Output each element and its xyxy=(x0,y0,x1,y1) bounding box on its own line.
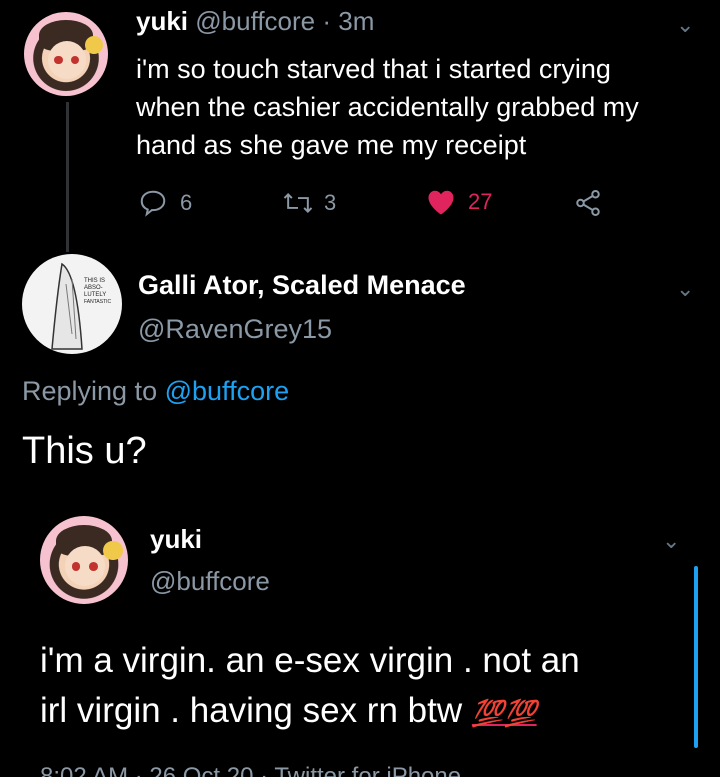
retweet-count: 3 xyxy=(324,190,337,215)
handle[interactable]: @buffcore xyxy=(195,6,315,36)
like-button[interactable]: 27 xyxy=(426,188,492,216)
tweet-text: i'm so touch starved that i started cryi… xyxy=(136,50,706,164)
sketch-text-line: THIS IS xyxy=(84,278,105,284)
tweet-header: yuki @buffcore · 3m xyxy=(136,6,374,37)
share-icon xyxy=(576,190,600,216)
quoted-text-line: irl virgin . having sex rn btw 💯💯 xyxy=(40,686,690,738)
sketch-text-line: LUTELY xyxy=(84,292,106,298)
chevron-down-icon[interactable]: ⌄ xyxy=(676,12,694,38)
reply-icon xyxy=(140,190,166,217)
tweet-text-line: when the cashier accidentally grabbed my xyxy=(136,92,639,122)
handle[interactable]: @RavenGrey15 xyxy=(138,314,332,345)
sketch-text-line: FANTASTIC xyxy=(84,299,112,305)
avatar[interactable] xyxy=(40,516,128,604)
reply-count: 6 xyxy=(180,190,193,215)
handle[interactable]: @buffcore xyxy=(150,566,270,597)
tweet-text: This u? xyxy=(22,430,147,472)
replying-to: Replying to @buffcore xyxy=(22,376,289,407)
reply-button[interactable]: 6 xyxy=(138,188,192,218)
avatar[interactable]: THIS IS ABSO- LUTELY FANTASTIC xyxy=(22,254,122,354)
retweet-button[interactable]: 3 xyxy=(282,188,336,218)
replying-handle-link[interactable]: @buffcore xyxy=(165,376,289,406)
sketch-text-line: ABSO- xyxy=(84,285,103,291)
chevron-down-icon[interactable]: ⌄ xyxy=(662,528,680,554)
quoted-text: i'm a virgin. an e-sex virgin . not an i… xyxy=(40,636,690,738)
tweet-text-line: i'm so touch starved that i started cryi… xyxy=(136,54,611,84)
sketch-figure: THIS IS ABSO- LUTELY FANTASTIC xyxy=(51,262,112,350)
scrollbar[interactable] xyxy=(694,566,698,748)
timestamp[interactable]: 3m xyxy=(338,6,374,36)
thread-line xyxy=(66,102,69,252)
quoted-text-span: irl virgin . having sex rn btw xyxy=(40,691,463,730)
quoted-text-line: i'm a virgin. an e-sex virgin . not an xyxy=(40,641,580,680)
retweet-icon xyxy=(283,192,313,214)
share-button[interactable] xyxy=(572,188,604,223)
separator-dot: · xyxy=(315,6,339,36)
hundred-emoji: 💯💯 xyxy=(471,698,537,728)
display-name[interactable]: yuki xyxy=(136,6,188,36)
heart-icon xyxy=(428,190,454,215)
replying-prefix: Replying to xyxy=(22,376,158,406)
display-name[interactable]: yuki xyxy=(150,524,202,555)
chevron-down-icon[interactable]: ⌄ xyxy=(676,276,694,302)
avatar[interactable] xyxy=(24,12,108,96)
like-count: 27 xyxy=(468,189,493,214)
tweet-text-line: hand as she gave me my receipt xyxy=(136,130,527,160)
tweet-footer: 8:02 AM · 26 Oct 20 · Twitter for iPhone xyxy=(40,763,462,777)
display-name[interactable]: Galli Ator, Scaled Menace xyxy=(138,270,466,301)
